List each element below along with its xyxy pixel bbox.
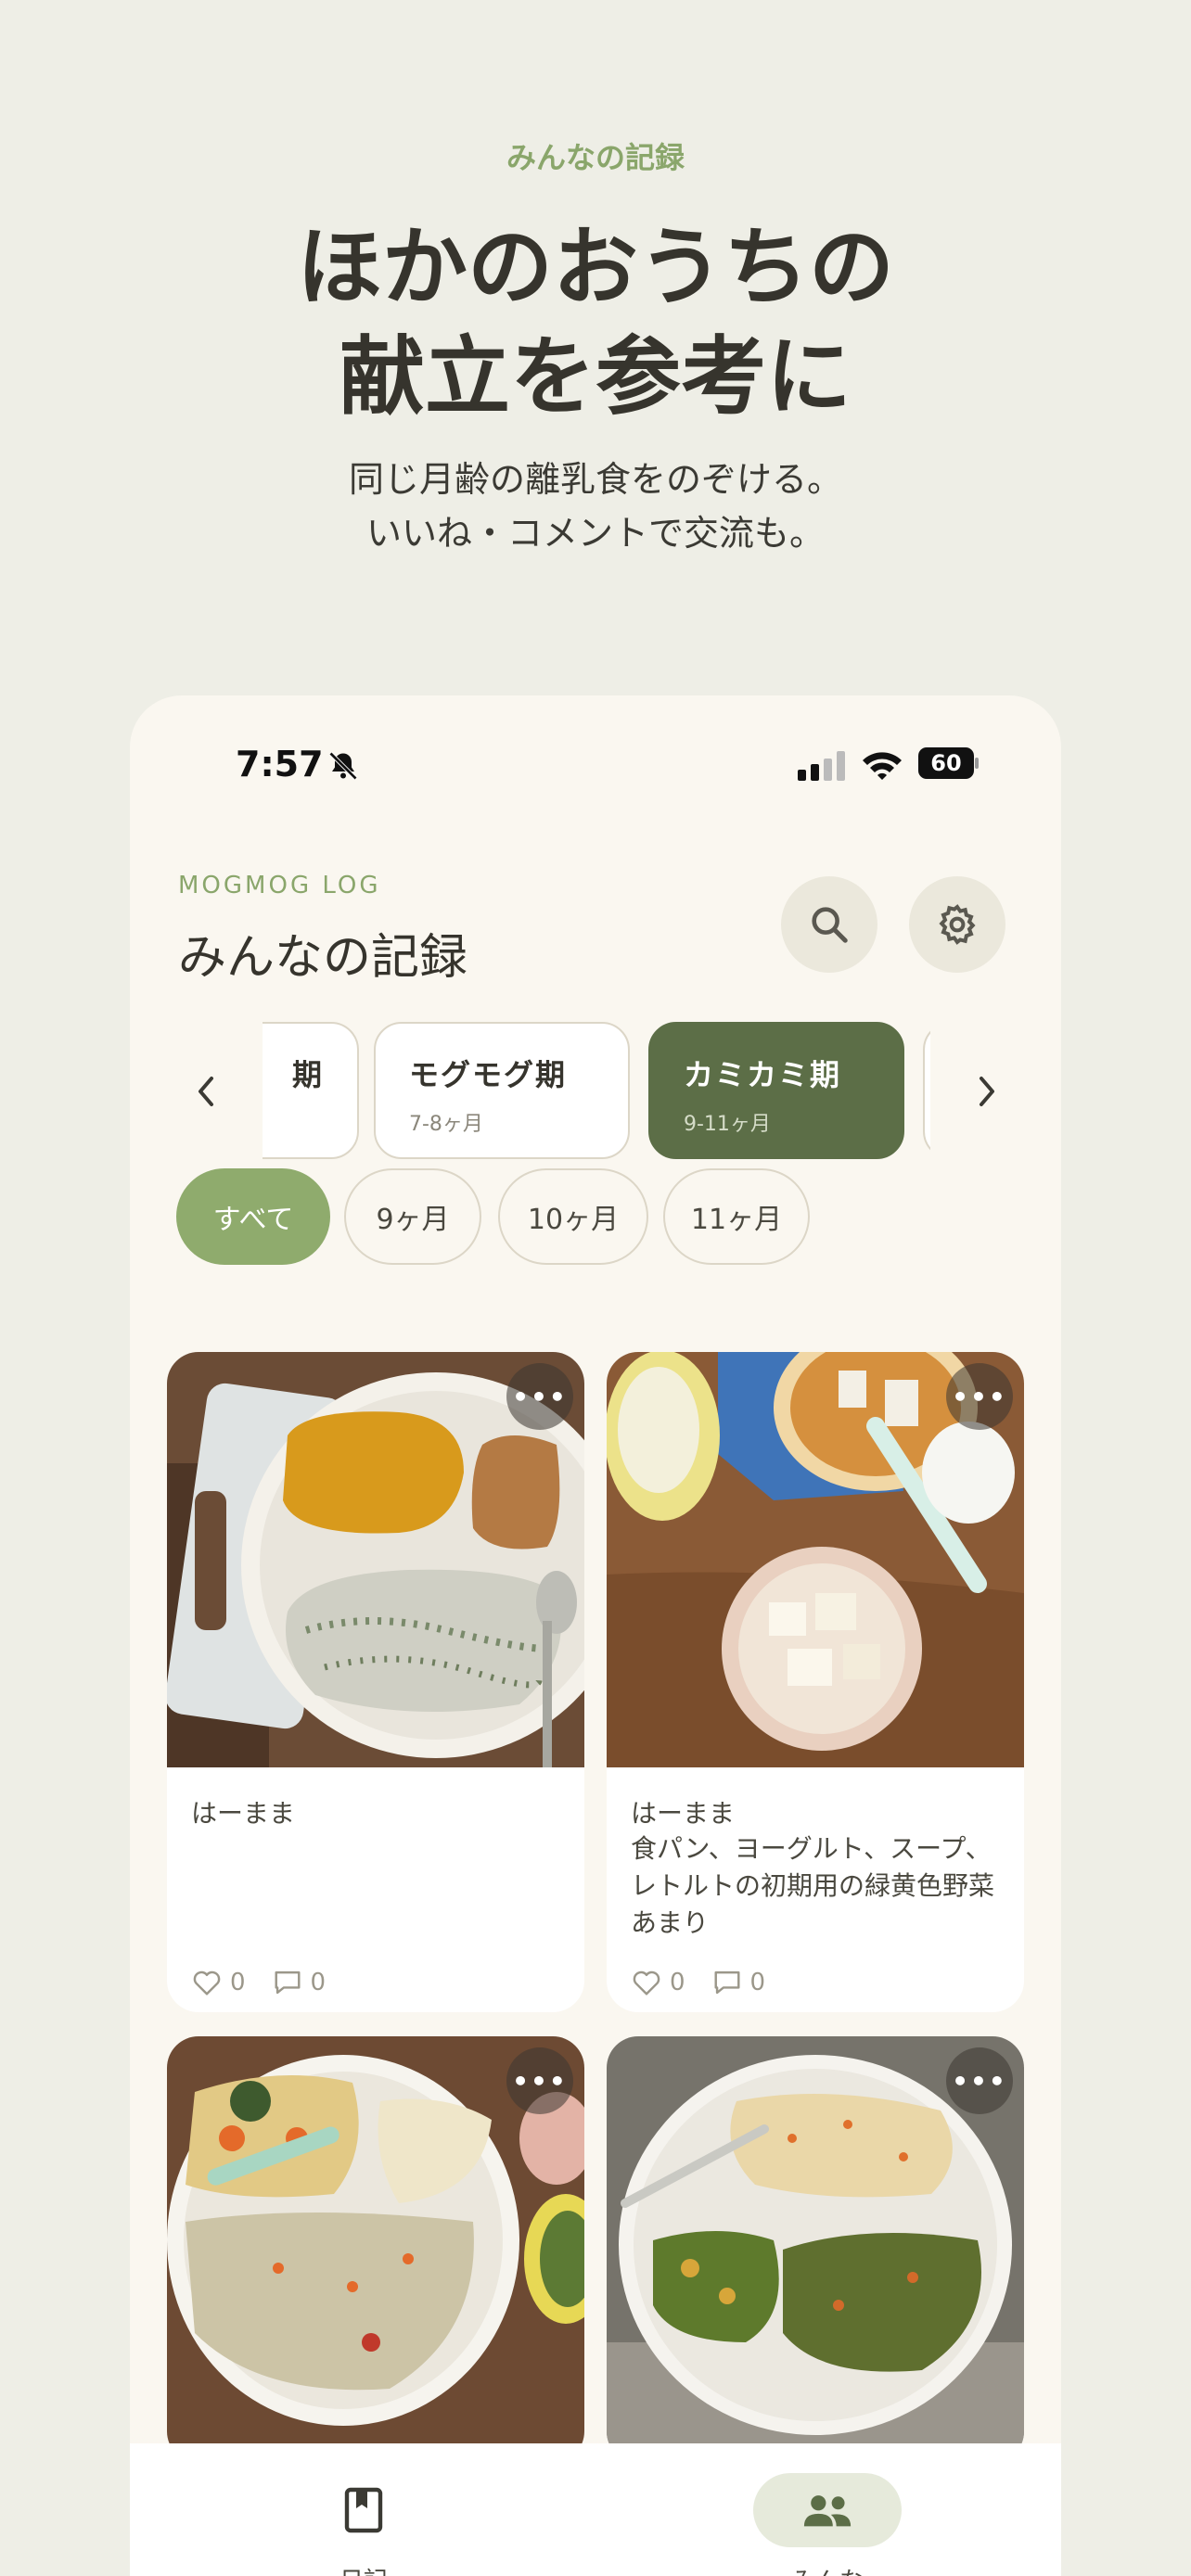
period-name: 期 [291,1057,324,1092]
status-time: 7:57 [236,744,324,784]
meal-photo[interactable]: ••• [167,1352,584,1767]
comment-count: 0 [749,1969,766,1996]
month-chip-all[interactable]: すべて [176,1168,330,1265]
post-note: 食パン、ヨーグルト、スープ、レトルトの初期用の緑黄色野菜あまり [631,1833,995,1938]
tab-community-label: みんな [735,2562,920,2576]
bottom-tab-bar: 日記 みんな [130,2443,1061,2576]
wifi-icon [861,749,903,784]
post-actions: 0 0 [191,1964,352,2001]
cellular-signal-icon [798,751,846,784]
battery-level: 60 [930,750,962,776]
heart-icon [193,1970,221,1996]
meal-photo[interactable]: ••• [167,2036,584,2452]
like-button[interactable]: 0 [631,1969,685,1996]
page-title: みんなの記録 [178,930,468,986]
hero-subtitle: 同じ月齢の離乳食をのぞける。 いいね・コメントで交流も。 [0,453,1191,560]
tab-diary-label: 日記 [271,2562,456,2576]
settings-button[interactable] [909,876,1005,973]
period-range: 7-8ヶ月 [409,1113,483,1136]
period-chip[interactable]: モグモグ期 7-8ヶ月 [374,1022,630,1159]
comment-icon [275,1970,301,1995]
chevron-left-icon [198,1077,213,1106]
post-author: はーまま [631,1798,736,1829]
like-button[interactable]: 0 [191,1969,246,1996]
more-options-button[interactable]: ••• [946,2047,1013,2114]
month-chip[interactable]: 9ヶ月 [344,1168,481,1265]
post-card[interactable]: ••• はーまま 食パン、ヨーグルト、スープ、レトルトの初期用の緑黄色野菜あまり… [607,1352,1024,2012]
chevron-right-icon [980,1077,994,1106]
phone-screen: 7:57 60 MOGMOG LOG みんなの記録 期 モグモグ期 7-8ヶ月 … [130,695,1061,2576]
hero-kicker: みんなの記録 [506,140,685,175]
period-name: カミカミ期 [684,1057,842,1092]
post-card[interactable]: ••• [167,2036,584,2463]
post-card[interactable]: ••• [607,2036,1024,2463]
meal-photo[interactable]: ••• [607,2036,1024,2452]
book-icon [344,2487,383,2533]
hero-subtitle-line: いいね・コメントで交流も。 [365,513,825,554]
comment-count: 0 [310,1969,327,1996]
brand-label: MOGMOG LOG [178,872,381,899]
search-button[interactable] [781,876,877,973]
comment-button[interactable]: 0 [711,1969,766,1996]
period-chip-selected[interactable]: カミカミ期 9-11ヶ月 [648,1022,904,1159]
more-options-button[interactable]: ••• [506,1363,573,1430]
comment-button[interactable]: 0 [272,1969,327,1996]
comment-icon [714,1970,740,1995]
more-options-button[interactable]: ••• [506,2047,573,2114]
hero-title: ほかのおうちの 献立を参考に [0,213,1191,432]
period-selector: 期 モグモグ期 7-8ヶ月 カミカミ期 9-11ヶ月 [130,1022,1061,1161]
search-icon [812,907,848,943]
month-chip[interactable]: 11ヶ月 [663,1168,810,1265]
hero-subtitle-line: 同じ月齢の離乳食をのぞける。 [348,459,842,500]
period-next-button[interactable] [968,1068,1005,1115]
battery-icon: 60 [918,747,979,781]
more-options-button[interactable]: ••• [946,1363,1013,1430]
post-card[interactable]: ••• はーまま 0 0 [167,1352,584,2012]
period-range: 9-11ヶ月 [684,1113,771,1136]
heart-icon [633,1970,660,1996]
tab-diary[interactable] [289,2473,438,2547]
meal-photo[interactable]: ••• [607,1352,1024,1767]
month-chip[interactable]: 10ヶ月 [498,1168,648,1265]
gear-icon [939,904,976,945]
tab-community[interactable] [753,2473,902,2547]
period-name: モグモグ期 [409,1057,568,1092]
period-chip[interactable]: 期 [263,1022,359,1159]
people-icon [803,2495,852,2527]
period-prev-button[interactable] [187,1068,224,1115]
post-actions: 0 0 [631,1964,791,2001]
like-count: 0 [670,1969,685,1996]
post-author: はーまま [191,1798,296,1829]
like-count: 0 [230,1969,246,1996]
status-bar: 7:57 60 [130,744,1061,799]
bell-off-icon [327,749,360,786]
period-scroller[interactable]: 期 モグモグ期 7-8ヶ月 カミカミ期 9-11ヶ月 [263,1022,930,1161]
period-chip[interactable] [923,1022,930,1159]
hero-title-line: 献立を参考に [339,327,852,427]
hero-title-line: ほかのおうちの [296,218,894,317]
